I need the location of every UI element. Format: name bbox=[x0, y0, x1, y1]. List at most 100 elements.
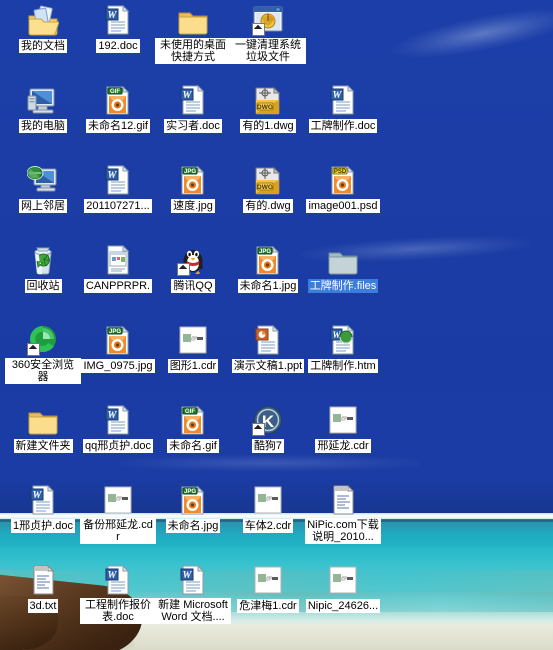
word-document-icon[interactable]: W bbox=[27, 484, 59, 516]
word-html-icon[interactable]: W bbox=[327, 324, 359, 356]
desktop-icon[interactable]: 回收站 bbox=[5, 244, 81, 294]
desktop-icon[interactable]: 图形1.cdr bbox=[155, 324, 231, 374]
desktop-icon[interactable]: Nipic_24626... bbox=[305, 564, 381, 614]
cdr-thumbnail-icon[interactable] bbox=[102, 484, 134, 516]
my-computer-icon[interactable] bbox=[27, 84, 59, 116]
desktop-icon-label: 演示文稿1.ppt bbox=[231, 359, 305, 373]
desktop-icon[interactable]: PSD image001.psd bbox=[305, 164, 381, 214]
desktop-icon[interactable]: DWG 有的.dwg bbox=[230, 164, 306, 214]
desktop-icon[interactable]: W 新建 Microsoft Word 文档.... bbox=[155, 564, 231, 625]
desktop-icon-label: 未命名.jpg bbox=[165, 519, 221, 533]
desktop-icon[interactable]: JPG 未命名.jpg bbox=[155, 484, 231, 534]
psd-image-icon[interactable]: PSD bbox=[327, 164, 359, 196]
gif-image-icon[interactable]: GIF bbox=[102, 84, 134, 116]
word-document-icon[interactable]: W bbox=[177, 564, 209, 596]
desktop-icon-label: 我的文档 bbox=[19, 39, 67, 53]
svg-text:JPG: JPG bbox=[259, 249, 271, 255]
generic-document-icon[interactable] bbox=[102, 244, 134, 276]
word-document-icon[interactable]: W bbox=[102, 164, 134, 196]
text-document-icon[interactable] bbox=[27, 564, 59, 596]
word-document-icon[interactable]: W bbox=[177, 84, 209, 116]
desktop-icon[interactable]: W 工牌制作.htm bbox=[305, 324, 381, 374]
recycle-bin-icon[interactable] bbox=[27, 244, 59, 276]
desktop-icon[interactable]: GIF 未命名.gif bbox=[155, 404, 231, 454]
desktop-icon[interactable]: W 工程制作报价表.doc bbox=[80, 564, 156, 625]
desktop-icon[interactable]: 未使用的桌面快捷方式 bbox=[155, 4, 231, 65]
svg-text:JPG: JPG bbox=[184, 489, 196, 495]
desktop-icon[interactable]: 备份邢延龙.cdr bbox=[80, 484, 156, 545]
desktop-icon[interactable]: W 1邢贞护.doc bbox=[5, 484, 81, 534]
folder-icon[interactable] bbox=[177, 4, 209, 36]
svg-text:JPG: JPG bbox=[184, 169, 196, 175]
desktop-icon[interactable]: 我的文档 bbox=[5, 4, 81, 54]
desktop-icon-label: 腾讯QQ bbox=[171, 279, 215, 293]
text-document-icon[interactable] bbox=[327, 484, 359, 516]
qq-penguin-icon[interactable] bbox=[177, 244, 209, 276]
svg-text:DWG: DWG bbox=[257, 104, 273, 111]
desktop-icon[interactable]: 360安全浏览器 bbox=[5, 324, 81, 385]
word-document-icon[interactable]: W bbox=[102, 4, 134, 36]
svg-text:DWG: DWG bbox=[257, 184, 273, 191]
desktop-icon-label: 未使用的桌面快捷方式 bbox=[155, 38, 231, 64]
desktop-icon-label: 新建文件夹 bbox=[13, 439, 73, 453]
desktop-icon-label: 实习者.doc bbox=[164, 119, 222, 133]
desktop-icon[interactable]: W 201107271... bbox=[80, 164, 156, 214]
powerpoint-icon[interactable] bbox=[252, 324, 284, 356]
desktop-icon[interactable]: 一键清理系统垃圾文件 bbox=[230, 4, 306, 65]
desktop-icon[interactable]: 腾讯QQ bbox=[155, 244, 231, 294]
desktop-icon[interactable]: W 工牌制作.doc bbox=[305, 84, 381, 134]
desktop-icon[interactable]: DWG 有的1.dwg bbox=[230, 84, 306, 134]
desktop-icon[interactable]: 网上邻居 bbox=[5, 164, 81, 214]
desktop-icon[interactable]: W 192.doc bbox=[80, 4, 156, 54]
desktop-icon-label: 1邢贞护.doc bbox=[11, 519, 75, 533]
cdr-thumbnail-icon[interactable] bbox=[252, 484, 284, 516]
folder-icon[interactable] bbox=[27, 404, 59, 436]
desktop-icon-label: NiPic.com下载说明_2010... bbox=[305, 518, 381, 544]
cdr-thumbnail-icon[interactable] bbox=[327, 404, 359, 436]
folder-light-icon[interactable] bbox=[327, 244, 359, 276]
cdr-thumbnail-icon[interactable] bbox=[327, 564, 359, 596]
desktop-icon[interactable]: 新建文件夹 bbox=[5, 404, 81, 454]
network-neighborhood-icon[interactable] bbox=[26, 164, 59, 196]
autocad-dwg-icon[interactable]: DWG bbox=[252, 164, 284, 196]
desktop-icon[interactable]: GIF 未命名12.gif bbox=[80, 84, 156, 134]
word-document-icon[interactable]: W bbox=[327, 84, 359, 116]
cdr-thumbnail-icon[interactable] bbox=[177, 324, 209, 356]
my-documents-folder-icon[interactable] bbox=[27, 4, 60, 36]
desktop-icon[interactable]: 邢延龙.cdr bbox=[305, 404, 381, 454]
desktop-icon[interactable]: 车体2.cdr bbox=[230, 484, 306, 534]
jpg-image-icon[interactable]: JPG bbox=[252, 244, 284, 276]
desktop-icon-label: 网上邻居 bbox=[19, 199, 67, 213]
desktop-icon[interactable]: 我的电脑 bbox=[5, 84, 81, 134]
desktop-icon-label: 3d.txt bbox=[27, 599, 59, 613]
desktop-icon[interactable]: 演示文稿1.ppt bbox=[230, 324, 306, 374]
svg-text:W: W bbox=[183, 90, 193, 101]
cdr-thumbnail-icon[interactable] bbox=[252, 564, 284, 596]
kugou-icon[interactable]: K bbox=[252, 404, 284, 436]
jpg-image-icon[interactable]: JPG bbox=[102, 324, 134, 356]
desktop-icon[interactable]: JPG IMG_0975.jpg bbox=[80, 324, 156, 374]
word-document-icon[interactable]: W bbox=[102, 564, 134, 596]
gif-image-icon[interactable]: GIF bbox=[177, 404, 209, 436]
desktop-icon[interactable]: 工牌制作.files bbox=[305, 244, 381, 294]
word-document-icon[interactable]: W bbox=[102, 404, 134, 436]
360-browser-icon[interactable] bbox=[27, 324, 59, 356]
desktop-icon[interactable]: 危津梅1.cdr bbox=[230, 564, 306, 614]
desktop-icon-label: 192.doc bbox=[96, 39, 140, 53]
desktop-icon[interactable]: JPG 速度.jpg bbox=[155, 164, 231, 214]
jpg-image-icon[interactable]: JPG bbox=[177, 164, 209, 196]
cleanup-utility-icon[interactable] bbox=[252, 4, 284, 36]
jpg-image-icon[interactable]: JPG bbox=[177, 484, 209, 516]
desktop-icon[interactable]: K 酷狗7 bbox=[230, 404, 306, 454]
desktop-icon[interactable]: Wqq邢贞护.doc bbox=[80, 404, 156, 454]
desktop-icon[interactable]: NiPic.com下载说明_2010... bbox=[305, 484, 381, 545]
desktop-icon-label: 危津梅1.cdr bbox=[237, 599, 299, 613]
desktop-icon[interactable]: JPG 未命名1.jpg bbox=[230, 244, 306, 294]
desktop-icon[interactable]: 3d.txt bbox=[5, 564, 81, 614]
desktop-icon[interactable]: W 实习者.doc bbox=[155, 84, 231, 134]
desktop-icon-label: 201107271... bbox=[84, 199, 152, 213]
svg-text:W: W bbox=[108, 410, 118, 421]
autocad-dwg-icon[interactable]: DWG bbox=[252, 84, 284, 116]
desktop[interactable]: 我的文档 W 192.doc 未使用的桌面快捷方式 一键清理系统垃圾文件 我的电脑 GIF 未… bbox=[0, 0, 553, 650]
desktop-icon[interactable]: CANPPRPR. bbox=[80, 244, 156, 294]
